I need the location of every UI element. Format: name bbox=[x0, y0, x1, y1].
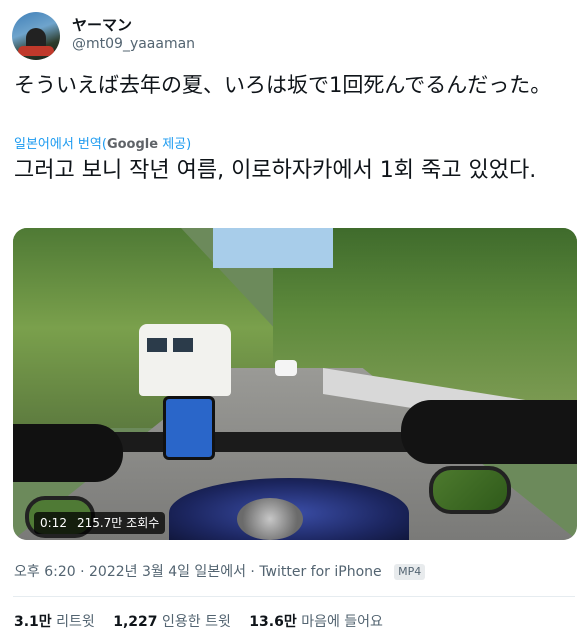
right-glove bbox=[401, 400, 577, 464]
camper-van bbox=[139, 324, 231, 396]
translation-note-prefix: 일본어에서 번역( bbox=[14, 137, 107, 152]
fuel-cap bbox=[237, 498, 303, 540]
video-player[interactable]: 0:12 215.7만 조회수 bbox=[13, 228, 577, 540]
camper-window bbox=[173, 338, 193, 352]
tweet-stats: 3.1만 리트윗 1,227 인용한 트윗 13.6만 마음에 들어요 bbox=[14, 611, 397, 631]
tweet-timestamp[interactable]: 오후 6:20 · 2022년 3월 4일 일본에서 · bbox=[14, 564, 255, 580]
tweet-original-text: そういえば去年の夏、いろは坂で1回死んでるんだった。 bbox=[14, 73, 552, 97]
tweet-translated-text: 그러고 보니 작년 여름, 이로하자카에서 1회 죽고 있었다. bbox=[14, 158, 537, 183]
likes-stat[interactable]: 13.6만 마음에 들어요 bbox=[249, 614, 383, 630]
video-stats-badge: 0:12 215.7만 조회수 bbox=[34, 512, 166, 534]
quote-tweets-label: 인용한 트윗 bbox=[161, 614, 231, 630]
sky bbox=[213, 228, 333, 268]
google-logo: Google bbox=[106, 137, 159, 152]
avatar[interactable] bbox=[12, 12, 60, 60]
avatar-bike bbox=[18, 46, 54, 56]
tweet-meta: 오후 6:20 · 2022년 3월 4일 일본에서 · Twitter for… bbox=[14, 561, 426, 581]
divider bbox=[13, 596, 575, 597]
mp4-badge: MP4 bbox=[394, 564, 426, 580]
left-glove bbox=[13, 424, 123, 482]
quote-tweets-count: 1,227 bbox=[113, 614, 158, 630]
camper-window bbox=[147, 338, 167, 352]
video-duration: 0:12 bbox=[40, 516, 67, 530]
likes-label: 마음에 들어요 bbox=[301, 614, 383, 630]
tweet-client[interactable]: Twitter for iPhone bbox=[259, 564, 381, 580]
retweets-count: 3.1만 bbox=[14, 614, 52, 630]
quote-tweets-stat[interactable]: 1,227 인용한 트윗 bbox=[113, 614, 231, 630]
right-mirror bbox=[429, 466, 511, 514]
oncoming-car bbox=[275, 360, 297, 376]
translation-note-suffix: 제공) bbox=[158, 137, 192, 152]
phone-mount bbox=[163, 396, 215, 460]
retweets-label: 리트윗 bbox=[56, 614, 95, 630]
retweets-stat[interactable]: 3.1만 리트윗 bbox=[14, 614, 95, 630]
author-name[interactable]: ヤーマン bbox=[72, 14, 132, 35]
likes-count: 13.6만 bbox=[249, 614, 297, 630]
translation-note[interactable]: 일본어에서 번역(Google 제공) bbox=[14, 133, 191, 152]
video-views: 215.7만 조회수 bbox=[76, 516, 160, 530]
author-handle[interactable]: @mt09_yaaaman bbox=[72, 36, 195, 52]
